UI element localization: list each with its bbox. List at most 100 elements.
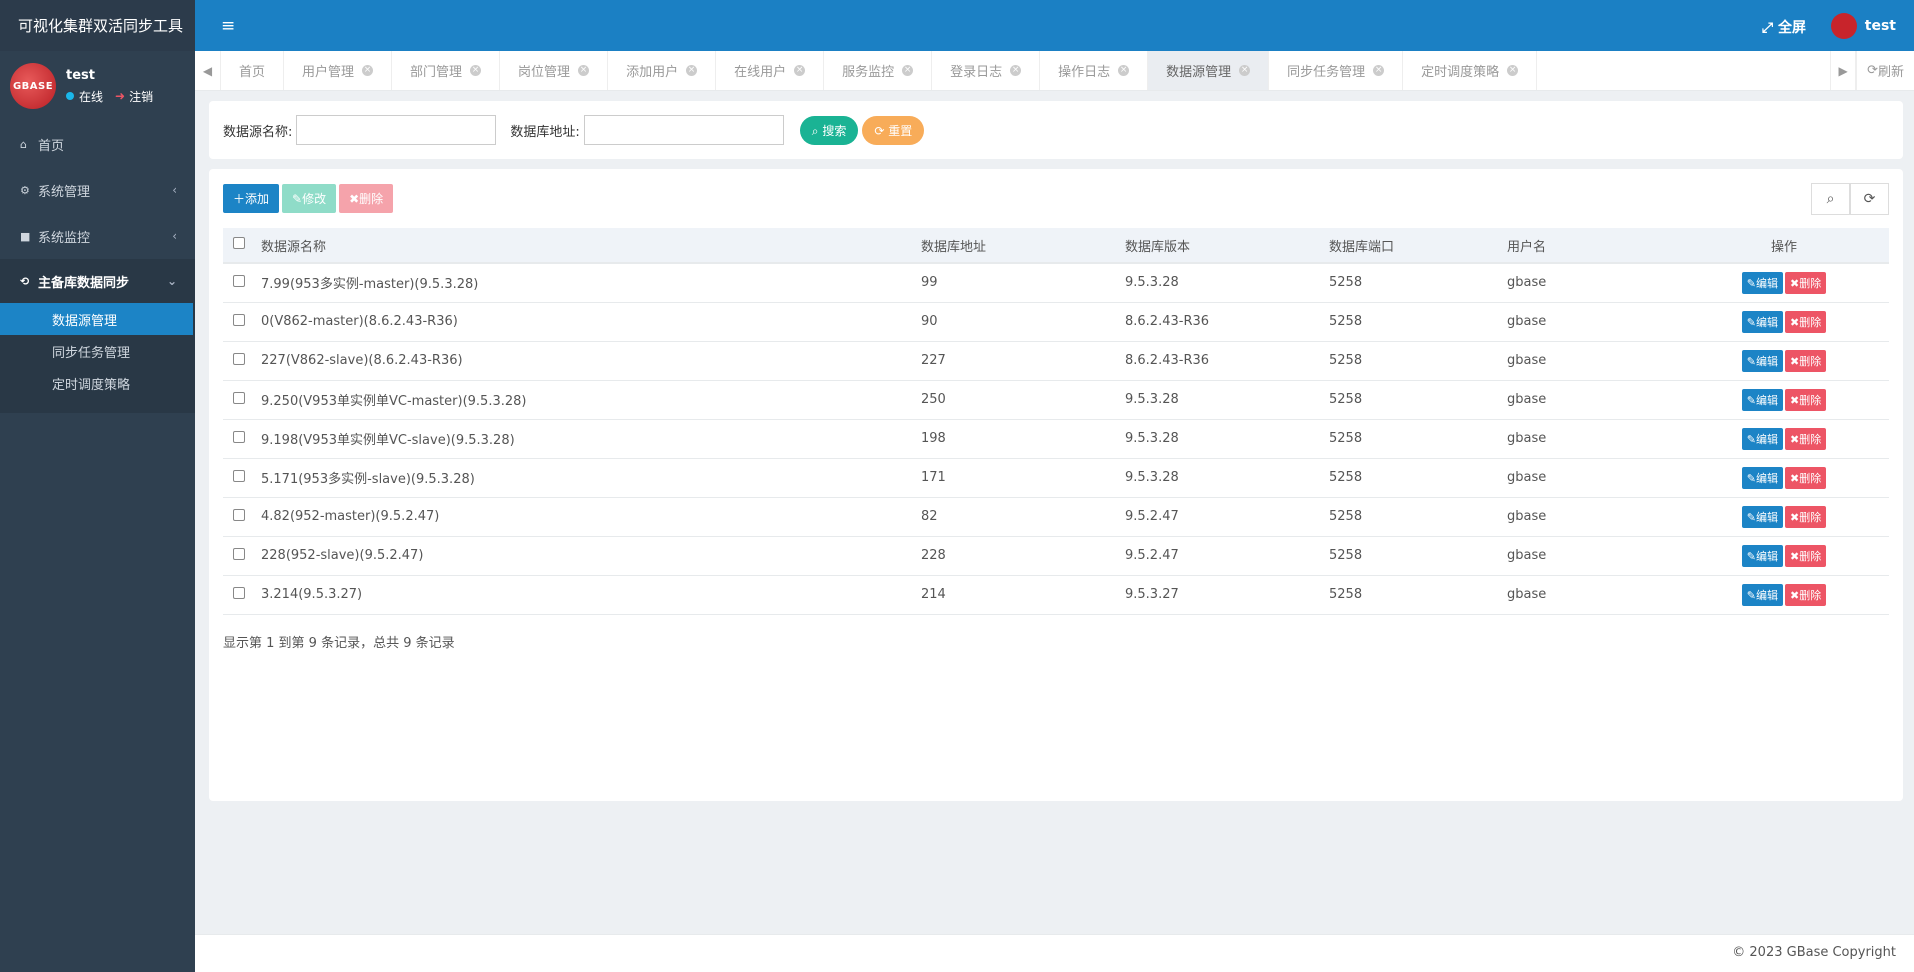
close-icon[interactable]: × — [794, 65, 806, 76]
sidebar-item-sync-task[interactable]: 同步任务管理 — [0, 335, 195, 367]
row-edit-button[interactable]: ✎编辑 — [1741, 583, 1783, 606]
row-delete-button[interactable]: ✖删除 — [1785, 310, 1827, 333]
close-icon: ✖ — [1790, 276, 1800, 290]
row-edit-button[interactable]: ✎编辑 — [1741, 310, 1783, 333]
delete-button[interactable]: ✖ 删除 — [339, 184, 394, 213]
tab-refresh-button[interactable]: ⟳ 刷新 — [1856, 51, 1914, 90]
tab-scroll-right-button[interactable]: ▶ — [1830, 51, 1857, 90]
row-edit-button[interactable]: ✎编辑 — [1741, 466, 1783, 489]
close-icon: ✖ — [349, 191, 360, 206]
sidebar-item-datasource[interactable]: 数据源管理 — [0, 303, 193, 335]
menu-toggle-icon[interactable]: ≡ — [221, 16, 235, 36]
fullscreen-button[interactable]: ⤢ 全屏 — [1762, 17, 1806, 37]
cell-user: gbase — [1501, 497, 1679, 537]
row-delete-button[interactable]: ✖删除 — [1785, 388, 1827, 411]
col-header-port[interactable]: 数据库端口 — [1323, 228, 1501, 264]
select-all-checkbox[interactable] — [233, 237, 245, 249]
row-edit-button[interactable]: ✎编辑 — [1741, 427, 1783, 450]
double-chevron-left-icon: ◀ — [202, 63, 213, 78]
add-button[interactable]: ＋添加 — [223, 184, 280, 213]
sidebar-item-system-monitor[interactable]: ■ 系统监控 ‹ — [0, 213, 195, 259]
row-checkbox[interactable] — [233, 508, 245, 521]
tab-item[interactable]: 在线用户 × — [716, 51, 825, 90]
copyright-text: © 2023 GBase Copyright — [1732, 945, 1896, 960]
sidebar-item-home[interactable]: ⌂ 首页 — [0, 121, 195, 167]
close-icon[interactable]: × — [902, 65, 914, 76]
row-delete-button[interactable]: ✖删除 — [1785, 427, 1827, 450]
tab-item[interactable]: 数据源管理 × — [1148, 51, 1270, 90]
row-edit-button[interactable]: ✎编辑 — [1741, 505, 1783, 528]
table-row[interactable]: 3.214(9.5.3.27) 214 9.5.3.27 5258 gbase ✎编辑 ✖删… — [223, 575, 1889, 615]
row-checkbox[interactable] — [233, 391, 245, 404]
table-row[interactable]: 5.171(953多实例-slave)(9.5.3.28) 171 9.5.3.28… — [223, 458, 1889, 498]
db-address-label: 数据库地址: — [510, 124, 580, 140]
tab-item[interactable]: 首页 — [221, 51, 285, 90]
close-icon[interactable]: × — [578, 65, 590, 76]
row-delete-button[interactable]: ✖删除 — [1785, 583, 1827, 606]
tab-item[interactable]: 操作日志 × — [1040, 51, 1149, 90]
tab-item[interactable]: 部门管理 × — [392, 51, 501, 90]
table-row[interactable]: 228(952-slave)(9.5.2.47) 228 9.5.2.47 5258 g… — [223, 536, 1889, 576]
edit-button[interactable]: ✎ 修改 — [282, 184, 337, 213]
col-header-name[interactable]: 数据源名称 — [255, 228, 915, 264]
user-menu[interactable]: test — [1830, 13, 1896, 39]
logout-icon[interactable]: ➜ — [115, 89, 125, 103]
table-row[interactable]: 227(V862-slave)(8.6.2.43-R36) 227 8.6.2.43… — [223, 341, 1889, 381]
row-delete-button[interactable]: ✖删除 — [1785, 505, 1827, 528]
close-icon[interactable]: × — [470, 65, 482, 76]
close-icon[interactable]: × — [1507, 65, 1519, 76]
col-header-address[interactable]: 数据库地址 — [915, 228, 1119, 264]
row-checkbox[interactable] — [233, 430, 245, 443]
close-icon[interactable]: × — [686, 65, 698, 76]
col-header-user[interactable]: 用户名 — [1501, 228, 1679, 264]
tab-label: 定时调度策略 — [1421, 65, 1500, 80]
double-chevron-right-icon: ▶ — [1838, 63, 1848, 78]
table-search-button[interactable]: ⌕ — [1811, 183, 1850, 215]
sidebar-item-schedule[interactable]: 定时调度策略 — [0, 367, 195, 399]
tab-item[interactable]: 同步任务管理 × — [1269, 51, 1404, 90]
close-icon[interactable]: × — [362, 65, 374, 76]
row-edit-button[interactable]: ✎编辑 — [1741, 349, 1783, 372]
tab-item[interactable]: 岗位管理 × — [500, 51, 609, 90]
table-row[interactable]: 9.250(V953单实例单VC-master)(9.5.3.28) 250 9.5… — [223, 380, 1889, 420]
row-checkbox[interactable] — [233, 274, 245, 287]
close-icon[interactable]: × — [1239, 65, 1251, 76]
row-edit-button[interactable]: ✎编辑 — [1741, 544, 1783, 567]
search-button[interactable]: ⌕ 搜索 — [799, 115, 859, 145]
row-checkbox[interactable] — [233, 547, 245, 560]
tab-item[interactable]: 服务监控 × — [824, 51, 933, 90]
table-row[interactable]: 9.198(V953单实例单VC-slave)(9.5.3.28) 198 9.5.… — [223, 419, 1889, 459]
col-header-version[interactable]: 数据库版本 — [1119, 228, 1323, 264]
sidebar-item-system-management[interactable]: ⚙ 系统管理 ‹ — [0, 167, 195, 213]
table-row[interactable]: 4.82(952-master)(9.5.2.47) 82 9.5.2.47 5258… — [223, 497, 1889, 537]
row-edit-button[interactable]: ✎编辑 — [1741, 271, 1783, 294]
edit-icon: ✎ — [1746, 510, 1756, 524]
table-row[interactable]: 0(V862-master)(8.6.2.43-R36) 90 8.6.2.43-R… — [223, 302, 1889, 342]
db-address-input[interactable] — [583, 115, 784, 145]
logout-link[interactable]: 注销 — [129, 88, 153, 105]
reset-button[interactable]: ⟳ 重置 — [862, 115, 925, 145]
row-checkbox[interactable] — [233, 469, 245, 482]
tab-scroll-left-button[interactable]: ◀ — [195, 51, 221, 90]
cell-user: gbase — [1501, 575, 1679, 615]
tab-item[interactable]: 用户管理 × — [284, 51, 393, 90]
tab-item[interactable]: 登录日志 × — [932, 51, 1041, 90]
row-delete-button[interactable]: ✖删除 — [1785, 466, 1827, 489]
row-delete-label: 删除 — [1799, 471, 1822, 485]
table-refresh-button[interactable]: ⟳ — [1850, 183, 1889, 215]
row-delete-button[interactable]: ✖删除 — [1785, 271, 1827, 294]
close-icon[interactable]: × — [1118, 65, 1130, 76]
datasource-name-input[interactable] — [296, 115, 497, 145]
sidebar-item-sync[interactable]: ⟲ 主备库数据同步 ⌄ — [0, 259, 195, 303]
tab-item[interactable]: 定时调度策略 × — [1403, 51, 1538, 90]
row-checkbox[interactable] — [233, 313, 245, 326]
row-delete-button[interactable]: ✖删除 — [1785, 544, 1827, 567]
row-delete-button[interactable]: ✖删除 — [1785, 349, 1827, 372]
row-checkbox[interactable] — [233, 352, 245, 365]
row-edit-button[interactable]: ✎编辑 — [1741, 388, 1783, 411]
row-checkbox[interactable] — [233, 586, 245, 599]
tab-item[interactable]: 添加用户 × — [608, 51, 717, 90]
close-icon[interactable]: × — [1010, 65, 1022, 76]
close-icon[interactable]: × — [1373, 65, 1385, 76]
table-row[interactable]: 7.99(953多实例-master)(9.5.3.28) 99 9.5.3.28 5… — [223, 263, 1889, 303]
